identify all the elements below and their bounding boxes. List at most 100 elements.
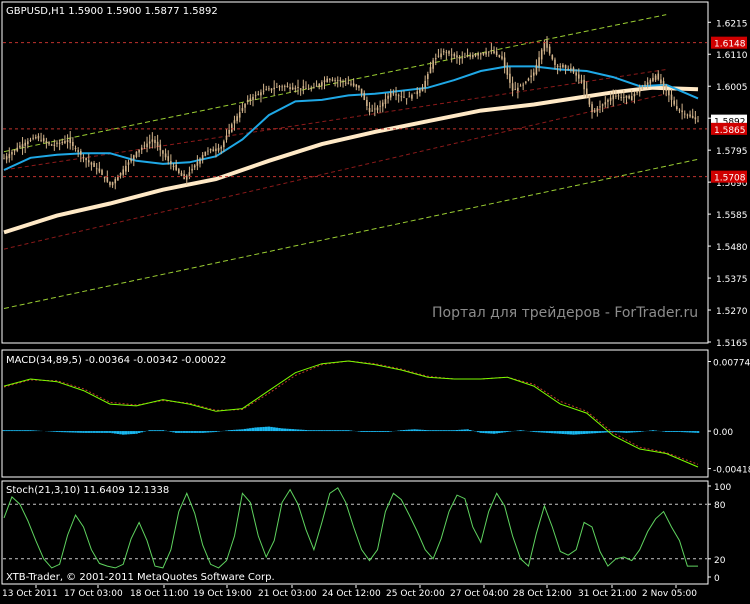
candle-body (305, 88, 307, 90)
x-tick-label: 18 Oct 11:00 (130, 589, 189, 599)
candle-body (456, 55, 458, 58)
candle-body (114, 179, 117, 184)
chart-root: 1.62151.61101.60051.59001.57951.56901.55… (0, 0, 750, 600)
macd-tick-label: 0.00774 (713, 359, 750, 369)
candle-body (477, 53, 479, 56)
candle-body (289, 87, 291, 90)
candle-body (517, 87, 519, 91)
copyright-text: XTB-Trader, © 2001-2011 MetaQuotes Softw… (6, 572, 275, 583)
candle-body (617, 95, 620, 97)
candle-body (509, 73, 511, 83)
chart-canvas: 1.62151.61101.60051.59001.57951.56901.55… (0, 0, 750, 600)
candle-body (368, 108, 371, 113)
candle-body (654, 75, 657, 80)
candle-body (37, 135, 40, 139)
price-tag-label: 1.5708 (714, 174, 746, 184)
candle-body (615, 95, 617, 97)
candle-body (678, 109, 681, 111)
candle-body (676, 106, 678, 110)
candle-body (262, 90, 265, 92)
candle-body (644, 84, 646, 86)
candle-body (172, 165, 175, 167)
candle-body (506, 67, 509, 75)
candle-body (469, 55, 471, 57)
candle-body (570, 68, 572, 70)
candle-body (591, 104, 593, 113)
candle-body (199, 158, 201, 164)
candle-body (178, 169, 180, 173)
candle-body (670, 94, 673, 100)
macd-tick-label: 0.00 (713, 428, 733, 438)
candle-body (464, 57, 466, 59)
candle-body (360, 88, 363, 94)
candle-body (580, 80, 583, 82)
candle-body (254, 95, 257, 97)
price-panel-title: GBPUSD,H1 1.5900 1.5900 1.5877 1.5892 (6, 6, 218, 17)
candle-body (434, 58, 437, 60)
candle-body (244, 103, 246, 108)
candle-body (453, 53, 456, 57)
candle-body (564, 65, 567, 68)
candle-body (101, 170, 103, 175)
candle-body (442, 51, 445, 53)
candle-body (318, 83, 321, 87)
candle-body (660, 79, 662, 84)
candle-body (313, 87, 315, 89)
candle-body (421, 87, 424, 92)
candle-body (209, 149, 212, 151)
candle-body (125, 165, 127, 172)
candle-body (411, 94, 413, 99)
candle-body (276, 86, 278, 88)
candle-body (501, 56, 503, 59)
candle-body (466, 56, 469, 57)
candle-body (159, 144, 162, 151)
candle-body (498, 55, 501, 57)
candle-body (612, 95, 615, 100)
candle-body (641, 86, 644, 90)
candle-body (691, 115, 694, 118)
candle-body (252, 96, 254, 100)
candle-body (347, 82, 350, 84)
candle-body (546, 40, 548, 48)
candle-body (673, 100, 675, 105)
candle-body (217, 147, 220, 151)
candle-body (321, 82, 323, 86)
candle-body (389, 92, 392, 98)
price-tag-label: 1.5865 (714, 126, 746, 136)
candle-body (432, 60, 434, 69)
candle-body (185, 175, 188, 180)
price-tag-label: 1.6148 (714, 40, 746, 50)
candle-body (657, 73, 660, 80)
candle-body (27, 141, 29, 145)
price-tick-label: 1.6005 (716, 83, 748, 93)
candle-body (106, 176, 109, 182)
candle-body (405, 98, 408, 100)
candle-body (355, 84, 358, 87)
candle-body (331, 79, 334, 81)
candle-body (95, 168, 98, 170)
candle-body (633, 93, 636, 97)
candle-body (278, 86, 281, 88)
candle-body (543, 42, 546, 52)
candle-body (119, 173, 122, 176)
candle-body (241, 108, 244, 111)
candle-body (93, 162, 95, 167)
candle-body (156, 141, 159, 147)
candle-body (413, 92, 416, 94)
x-tick-label: 31 Oct 21:00 (578, 589, 637, 599)
candle-body (50, 144, 53, 146)
candle-body (42, 138, 45, 142)
candle-body (538, 57, 540, 67)
candle-body (381, 102, 384, 107)
candle-body (135, 151, 138, 158)
candle-body (479, 53, 482, 55)
candle-body (419, 89, 421, 93)
candle-body (609, 97, 612, 101)
candle-body (458, 57, 461, 59)
candle-body (556, 65, 559, 68)
candle-body (474, 54, 477, 57)
candle-body (596, 108, 599, 112)
x-tick-label: 28 Oct 12:00 (513, 589, 572, 599)
candle-body (3, 158, 5, 160)
candle-body (575, 72, 577, 76)
